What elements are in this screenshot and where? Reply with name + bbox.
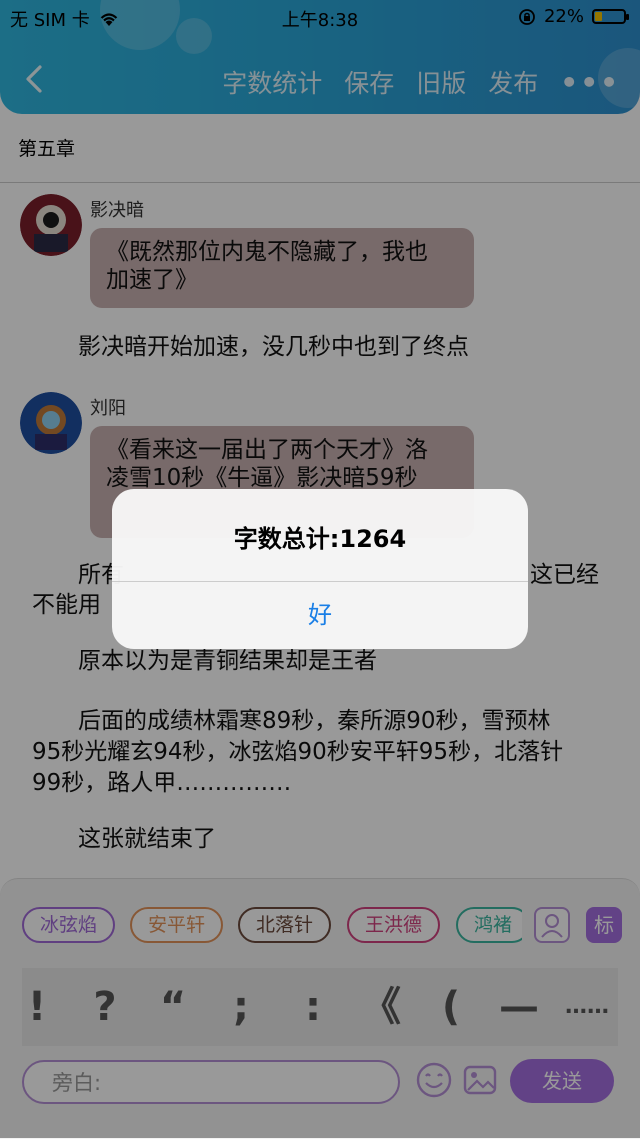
alert-title: 字数总计:1264 bbox=[233, 525, 407, 553]
word-count-alert: 字数总计:1264 好 bbox=[112, 489, 528, 649]
alert-ok-button[interactable]: 好 bbox=[112, 582, 528, 649]
